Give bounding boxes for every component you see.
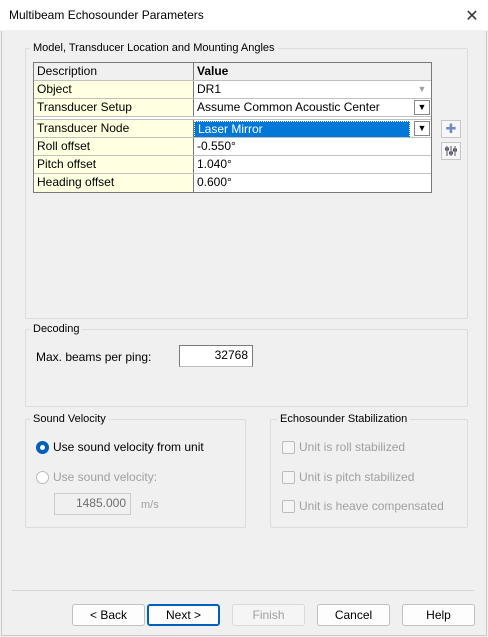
- chevron-down-icon[interactable]: ▼: [414, 121, 430, 136]
- next-button[interactable]: Next >: [147, 604, 220, 626]
- model-group-label: Model, Transducer Location and Mounting …: [30, 42, 278, 54]
- back-button-label: < Back: [89, 608, 128, 622]
- row-label: Transducer Setup: [34, 99, 194, 116]
- max-beams-input[interactable]: 32768: [179, 345, 253, 367]
- help-button-label: Help: [426, 608, 451, 622]
- roll-offset-value[interactable]: -0.550°: [194, 138, 431, 155]
- checkbox-icon: [282, 440, 295, 454]
- max-beams-label: Max. beams per ping:: [36, 350, 152, 364]
- use-velocity-label: Use sound velocity:: [53, 470, 158, 484]
- add-node-icon[interactable]: ✚: [441, 120, 461, 138]
- title-bar: Multibeam Echosounder Parameters ✕: [0, 0, 488, 31]
- grid-row-transducer-node[interactable]: Transducer Node Laser Mirror ▼: [34, 120, 431, 138]
- grid-row-transducer-setup[interactable]: Transducer Setup Assume Common Acoustic …: [34, 99, 431, 117]
- chevron-down-icon[interactable]: ▼: [414, 100, 430, 115]
- decoding-group-label: Decoding: [30, 323, 83, 335]
- transducer-node-select[interactable]: Laser Mirror ▼: [194, 120, 431, 137]
- pitch-offset-value[interactable]: 1.040°: [194, 156, 431, 173]
- finish-button-label: Finish: [252, 608, 285, 622]
- row-label: Roll offset: [34, 138, 194, 155]
- grid-header: Description Value: [34, 63, 431, 81]
- heave-compensated-label: Unit is heave compensated: [299, 499, 444, 513]
- sound-velocity-unit: m/s: [141, 499, 159, 511]
- use-velocity-from-unit-radio[interactable]: Use sound velocity from unit: [36, 440, 204, 454]
- help-button[interactable]: Help: [402, 604, 475, 626]
- next-button-label: Next >: [165, 608, 201, 622]
- heading-offset-value[interactable]: 0.600°: [194, 174, 431, 192]
- adjust-sliders-icon[interactable]: [441, 142, 461, 160]
- checkbox-icon: [282, 470, 295, 484]
- window-title: Multibeam Echosounder Parameters: [9, 8, 204, 22]
- object-value[interactable]: DR1 ▼: [194, 81, 431, 98]
- property-grid: Description Value Object DR1 ▼ Transduce…: [33, 62, 432, 193]
- object-value-text: DR1: [197, 82, 222, 96]
- grid-row-roll-offset[interactable]: Roll offset -0.550°: [34, 138, 431, 156]
- row-label: Pitch offset: [34, 156, 194, 173]
- decoding-group: [25, 329, 468, 407]
- transducer-setup-select[interactable]: Assume Common Acoustic Center ▼: [194, 99, 431, 116]
- pitch-stabilized-checkbox[interactable]: Unit is pitch stabilized: [282, 470, 414, 484]
- finish-button[interactable]: Finish: [232, 604, 305, 626]
- back-button[interactable]: < Back: [72, 604, 145, 626]
- grid-row-pitch-offset[interactable]: Pitch offset 1.040°: [34, 156, 431, 174]
- cancel-button-label: Cancel: [334, 608, 373, 622]
- row-label: Object: [34, 81, 194, 98]
- close-icon[interactable]: ✕: [456, 0, 488, 31]
- use-velocity-from-unit-label: Use sound velocity from unit: [53, 440, 204, 454]
- row-label: Heading offset: [34, 174, 194, 192]
- grid-row-object[interactable]: Object DR1 ▼: [34, 81, 431, 99]
- chevron-down-icon: ▼: [417, 84, 427, 94]
- transducer-setup-value: Assume Common Acoustic Center: [197, 100, 380, 114]
- stabilization-group-label: Echosounder Stabilization: [277, 413, 411, 425]
- header-description: Description: [34, 63, 194, 80]
- footer-divider: [12, 590, 474, 591]
- roll-stabilized-checkbox[interactable]: Unit is roll stabilized: [282, 440, 405, 454]
- sound-velocity-input[interactable]: 1485.000: [54, 493, 131, 515]
- row-label: Transducer Node: [34, 120, 194, 137]
- radio-checked-icon: [36, 440, 49, 454]
- checkbox-icon: [282, 499, 295, 513]
- radio-unchecked-icon: [36, 470, 49, 484]
- transducer-node-value: Laser Mirror: [194, 121, 410, 137]
- grid-row-heading-offset[interactable]: Heading offset 0.600°: [34, 174, 431, 192]
- heave-compensated-checkbox[interactable]: Unit is heave compensated: [282, 499, 444, 513]
- use-velocity-radio[interactable]: Use sound velocity:: [36, 470, 157, 484]
- cancel-button[interactable]: Cancel: [317, 604, 390, 626]
- pitch-stabilized-label: Unit is pitch stabilized: [299, 470, 415, 484]
- sound-velocity-group-label: Sound Velocity: [30, 413, 109, 425]
- roll-stabilized-label: Unit is roll stabilized: [299, 440, 406, 454]
- header-value: Value: [194, 63, 431, 80]
